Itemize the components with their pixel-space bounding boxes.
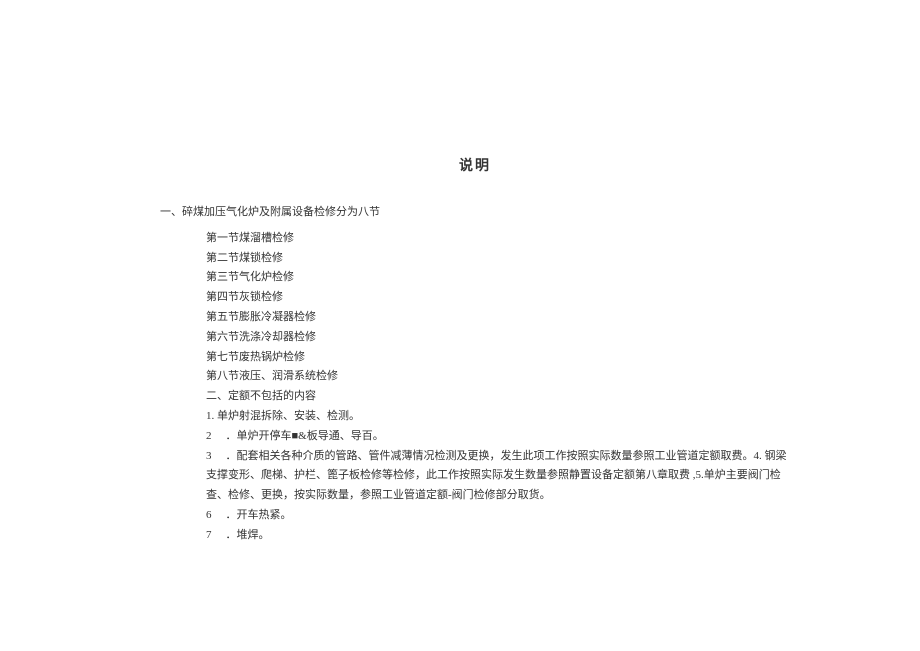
document-page: 说明 一、碎煤加压气化炉及附属设备检修分为八节 第一节煤溜槽检修 第二节煤锁检修… (0, 0, 920, 546)
section-line: 第三节气化炉检修 (206, 268, 790, 288)
item-2-num: 2 (206, 430, 212, 442)
section-line: 第六节洗涤冷却器检修 (206, 328, 790, 348)
item-7-num: 7 (206, 529, 212, 541)
sub-heading: 二、定额不包括的内容 (206, 387, 790, 407)
item-6-num: 6 (206, 509, 212, 521)
item-7: 7 ．堆焊。 (206, 526, 790, 546)
document-title: 说明 (160, 155, 790, 175)
item-2: 2 ．单炉开停车■&板导通、导百。 (206, 427, 790, 447)
heading-1: 一、碎煤加压气化炉及附属设备检修分为八节 (160, 203, 790, 223)
item-3-text: ．配套相关各种介质的管路、管件减薄情况检测及更换，发生此项工作按照实际数量参照工… (206, 450, 787, 502)
section-line: 第二节煤锁检修 (206, 249, 790, 269)
item-6: 6 ．开车热紧。 (206, 506, 790, 526)
item-3-num: 3 (206, 450, 212, 462)
section-line: 第七节废热锅炉检修 (206, 348, 790, 368)
item-1: 1. 单炉射混拆除、安装、检测。 (206, 407, 790, 427)
content-block: 第一节煤溜槽检修 第二节煤锁检修 第三节气化炉检修 第四节灰锁检修 第五节膨胀冷… (160, 229, 790, 546)
section-line: 第五节膨胀冷凝器检修 (206, 308, 790, 328)
item-2-text: ．单炉开停车■&板导通、导百。 (226, 430, 384, 442)
section-line: 第四节灰锁检修 (206, 288, 790, 308)
section-line: 第一节煤溜槽检修 (206, 229, 790, 249)
item-6-text: ．开车热紧。 (226, 509, 292, 521)
item-3-block: 3．配套相关各种介质的管路、管件减薄情况检测及更换，发生此项工作按照实际数量参照… (206, 447, 790, 506)
section-line: 第八节液压、润滑系统检修 (206, 367, 790, 387)
item-7-text: ．堆焊。 (226, 529, 270, 541)
